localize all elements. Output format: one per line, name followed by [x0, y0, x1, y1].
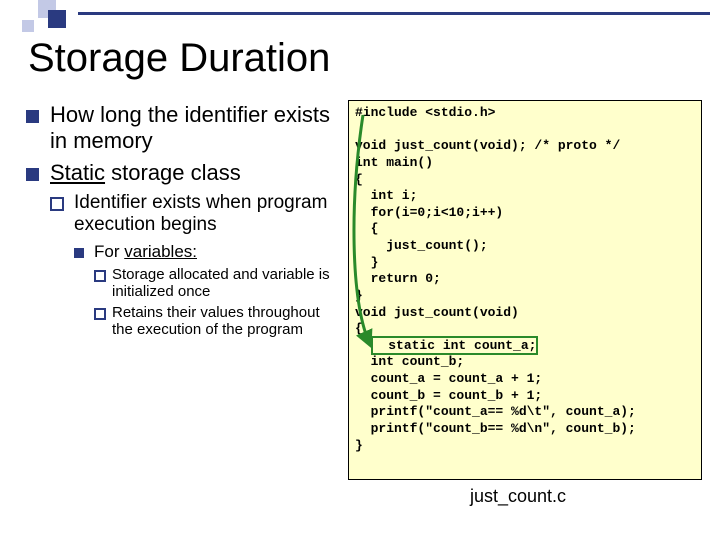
code-line: { [355, 172, 363, 187]
code-line: void just_count(void) [355, 305, 519, 320]
code-line: for(i=0;i<10;i++) [355, 205, 503, 220]
bullet-level4: Storage allocated and variable is initia… [94, 266, 344, 300]
code-line: int count_b; [355, 354, 464, 369]
code-line: printf("count_a== %d\t", count_a); [355, 404, 636, 419]
code-caption: just_count.c [470, 486, 566, 507]
slide-title: Storage Duration [28, 36, 330, 81]
accent-line [78, 12, 710, 15]
code-line: { [355, 221, 378, 236]
code-line: } [355, 255, 378, 270]
code-line: just_count(); [355, 238, 488, 253]
bullet-text: storage class [105, 160, 241, 185]
bullet-content: How long the identifier exists in memory… [24, 102, 344, 338]
code-line: return 0; [355, 271, 441, 286]
accent-square [22, 20, 34, 32]
code-listing: #include <stdio.h> void just_count(void)… [348, 100, 702, 480]
bullet-text: For [94, 242, 124, 261]
bullet-emphasis: Static [50, 160, 105, 185]
code-line: void just_count(void); /* proto */ [355, 138, 620, 153]
code-line: } [355, 438, 363, 453]
code-line: { [355, 321, 363, 336]
bullet-level2: Identifier exists when program execution… [48, 192, 344, 236]
code-line: printf("count_b== %d\n", count_b); [355, 421, 636, 436]
code-line: int i; [355, 188, 417, 203]
bullet-level1: Static storage class [24, 160, 344, 186]
code-line: count_b = count_b + 1; [355, 388, 542, 403]
bullet-level4: Retains their values throughout the exec… [94, 304, 344, 338]
code-highlight: static int count_a; [371, 336, 539, 355]
code-line: int main() [355, 155, 433, 170]
bullet-emphasis: variables: [124, 242, 197, 261]
code-line: #include <stdio.h> [355, 105, 495, 120]
code-line: count_a = count_a + 1; [355, 371, 542, 386]
bullet-level1: How long the identifier exists in memory [24, 102, 344, 154]
bullet-level3: For variables: [72, 242, 344, 262]
accent-square [48, 10, 66, 28]
accent-bar [0, 0, 720, 22]
code-line: } [355, 288, 363, 303]
